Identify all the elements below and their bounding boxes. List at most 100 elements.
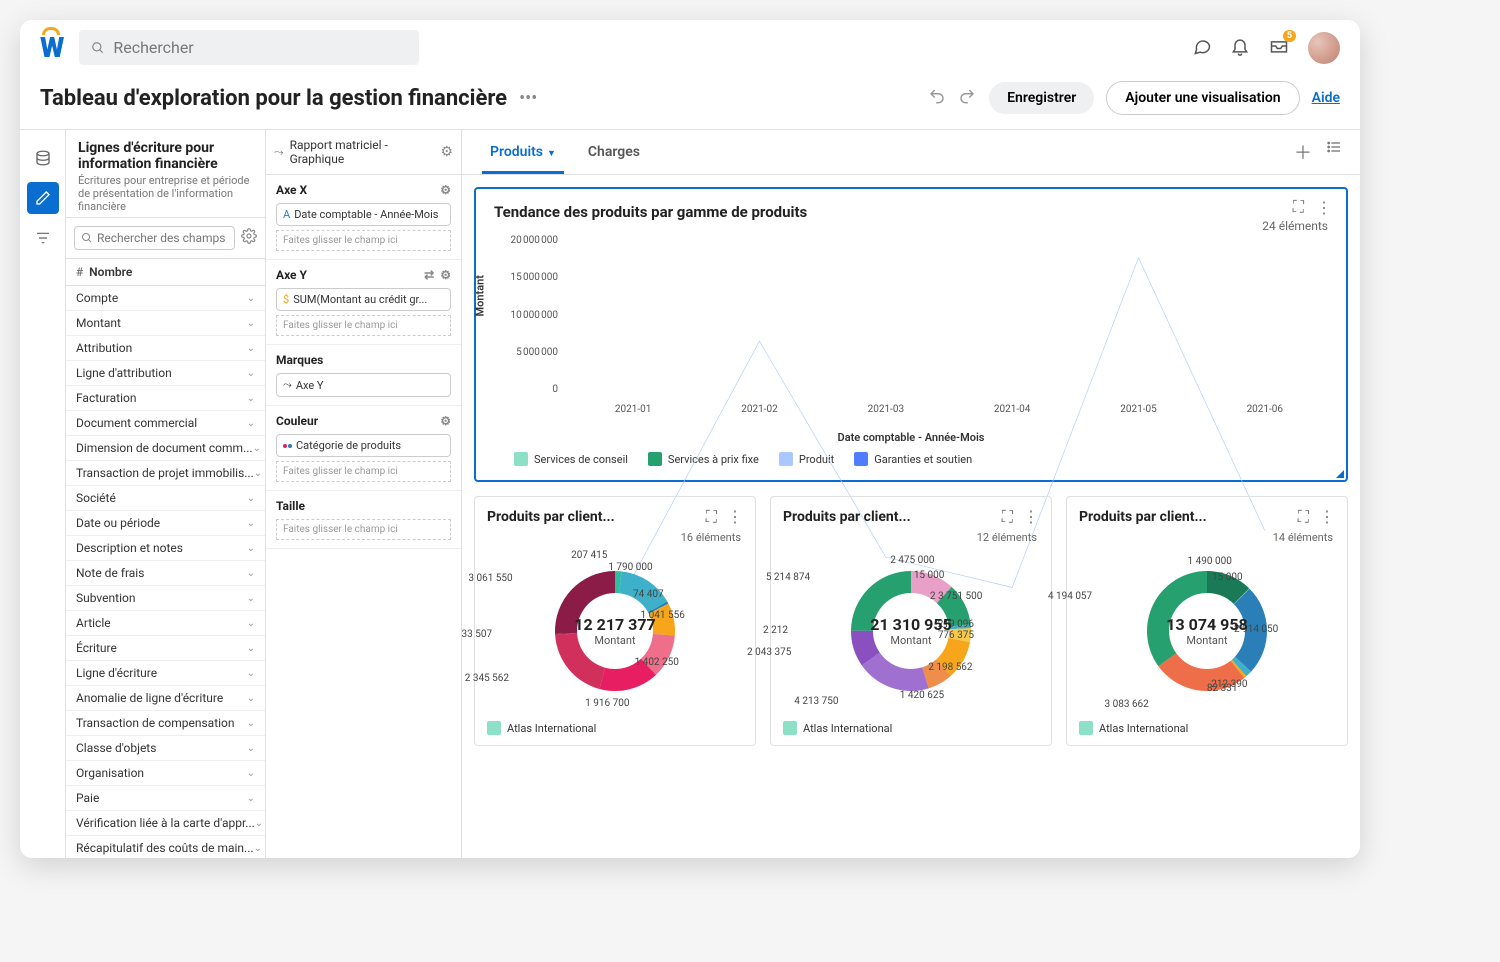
field-item[interactable]: Date ou période⌄ [66,511,265,536]
swap-icon[interactable]: ⇄ [424,268,434,282]
field-item[interactable]: Description et notes⌄ [66,536,265,561]
drop-hint[interactable]: Faites glisser le champ ici [276,519,451,540]
field-item[interactable]: Classe d'objets⌄ [66,736,265,761]
marks-field[interactable]: ⤳Axe Y [276,373,451,397]
field-item[interactable]: Organisation⌄ [66,761,265,786]
drop-hint[interactable]: Faites glisser le champ ici [276,315,451,336]
kebab-icon[interactable]: ⋮ [1316,198,1332,217]
field-item[interactable]: Écriture⌄ [66,636,265,661]
field-item[interactable]: Note de frais⌄ [66,561,265,586]
plus-icon[interactable]: ＋ [1294,139,1312,165]
field-item[interactable]: Paie⌄ [66,786,265,811]
chart-title: Tendance des produits par gamme de produ… [494,203,1328,221]
donut-center: 12 217 377 Montant [574,615,655,647]
search-icon [91,41,105,55]
title-bar: Tableau d'exploration pour la gestion fi… [20,75,1360,129]
expand-icon[interactable]: ⛶ [706,507,717,527]
body: Lignes d'écriture pour information finan… [20,129,1360,858]
palette-icon [283,444,292,448]
fields-search-placeholder: Rechercher des champs [97,231,225,245]
color-label: Couleur [276,414,318,428]
kebab-icon[interactable]: ⋮ [1319,507,1335,527]
config-panel: ⤳ Rapport matriciel - Graphique ⚙ Axe X ⚙… [266,130,462,858]
field-item[interactable]: Ligne d'écriture⌄ [66,661,265,686]
axis-y-field[interactable]: $SUM(Montant au crédit gr... [276,288,451,311]
gear-icon[interactable] [241,228,257,248]
kebab-icon[interactable]: ⋮ [727,507,743,527]
donut-card[interactable]: Produits par client... ⛶ ⋮ 14 éléments 1… [1066,496,1348,746]
field-item[interactable]: Transaction de projet immobilis...⌄ [66,461,265,486]
axis-x-label: Axe X [276,183,307,197]
undo-redo [927,87,977,109]
line-chart-card[interactable]: Tendance des produits par gamme de produ… [474,187,1348,482]
field-item[interactable]: Récapitulatif des coûts de main...⌄ [66,836,265,858]
panel-title: Lignes d'écriture pour information finan… [78,140,253,172]
rail-filter-icon[interactable] [27,222,59,254]
tabs: Produits▼ Charges ＋ [462,130,1360,175]
global-search[interactable]: Rechercher [79,30,419,65]
report-type[interactable]: ⤳ Rapport matriciel - Graphique ⚙ [266,130,461,175]
redo-icon[interactable] [957,87,977,109]
donut-card[interactable]: Produits par client... ⛶ ⋮ 16 éléments 2… [474,496,756,746]
drop-hint[interactable]: Faites glisser le champ ici [276,230,451,251]
more-icon[interactable]: ••• [519,88,537,109]
donut-elements: 14 éléments [1273,531,1333,544]
tab-produits[interactable]: Produits▼ [474,130,572,174]
fields-list: Compte⌄Montant⌄Attribution⌄Ligne d'attri… [66,286,265,858]
tab-charges[interactable]: Charges [572,130,656,174]
line-icon: ⤳ [283,378,292,392]
rail-edit-icon[interactable] [27,182,59,214]
field-item[interactable]: Article⌄ [66,611,265,636]
donut-legend: Atlas International [487,721,743,735]
field-item[interactable]: Société⌄ [66,486,265,511]
donut-title: Produits par client... [783,509,911,525]
field-item[interactable]: Transaction de compensation⌄ [66,711,265,736]
expand-icon[interactable]: ⛶ [1298,507,1309,527]
field-item[interactable]: Document commercial⌄ [66,411,265,436]
inbox-icon[interactable]: 5 [1268,36,1290,60]
canvas: Produits▼ Charges ＋ Tendance des produit… [462,130,1360,858]
y-axis: 20 000 00015 000 00010 000 0005 000 0000 [494,235,564,395]
settings-icon[interactable]: ⚙ [440,144,453,160]
chevron-down-icon: ▼ [547,149,556,159]
field-item[interactable]: Compte⌄ [66,286,265,311]
workday-logo[interactable]: W [40,31,64,64]
field-item[interactable]: Vérification liée à la carte d'appr...⌄ [66,811,265,836]
sliders-icon[interactable]: ⚙ [440,268,451,282]
chat-icon[interactable] [1192,36,1212,60]
donut-title: Produits par client... [1079,509,1207,525]
color-field[interactable]: Catégorie de produits [276,434,451,457]
save-button[interactable]: Enregistrer [989,82,1094,114]
kebab-icon[interactable]: ⋮ [1023,507,1039,527]
donut-card[interactable]: Produits par client... ⛶ ⋮ 12 éléments 2… [770,496,1052,746]
axis-x-field[interactable]: ADate comptable - Année-Mois [276,203,451,226]
field-item[interactable]: Attribution⌄ [66,336,265,361]
field-item[interactable]: Facturation⌄ [66,386,265,411]
number-header: #Nombre [66,259,265,286]
panel-header: Lignes d'écriture pour information finan… [66,130,265,218]
resize-handle[interactable] [1336,470,1344,478]
field-item[interactable]: Subvention⌄ [66,586,265,611]
add-viz-button[interactable]: Ajouter une visualisation [1106,81,1299,115]
donut-legend: Atlas International [1079,721,1335,735]
rail-data-icon[interactable] [27,142,59,174]
field-item[interactable]: Anomalie de ligne d'écriture⌄ [66,686,265,711]
undo-icon[interactable] [927,87,947,109]
fields-search[interactable]: Rechercher des champs [74,226,235,250]
user-avatar[interactable] [1308,32,1340,64]
expand-icon[interactable]: ⛶ [1002,507,1013,527]
field-item[interactable]: Ligne d'attribution⌄ [66,361,265,386]
sliders-icon[interactable]: ⚙ [440,414,451,428]
bell-icon[interactable] [1230,36,1250,60]
marks-label: Marques [276,353,323,367]
help-link[interactable]: Aide [1312,90,1340,106]
expand-icon[interactable]: ⛶ [1293,197,1304,217]
field-item[interactable]: Dimension de document comm...⌄ [66,436,265,461]
chart-type-icon: ⤳ [274,145,284,160]
sliders-icon[interactable]: ⚙ [440,183,451,197]
list-icon[interactable] [1326,139,1342,165]
search-icon [81,232,93,244]
drop-hint[interactable]: Faites glisser le champ ici [276,461,451,482]
topbar: W Rechercher 5 [20,20,1360,75]
field-item[interactable]: Montant⌄ [66,311,265,336]
